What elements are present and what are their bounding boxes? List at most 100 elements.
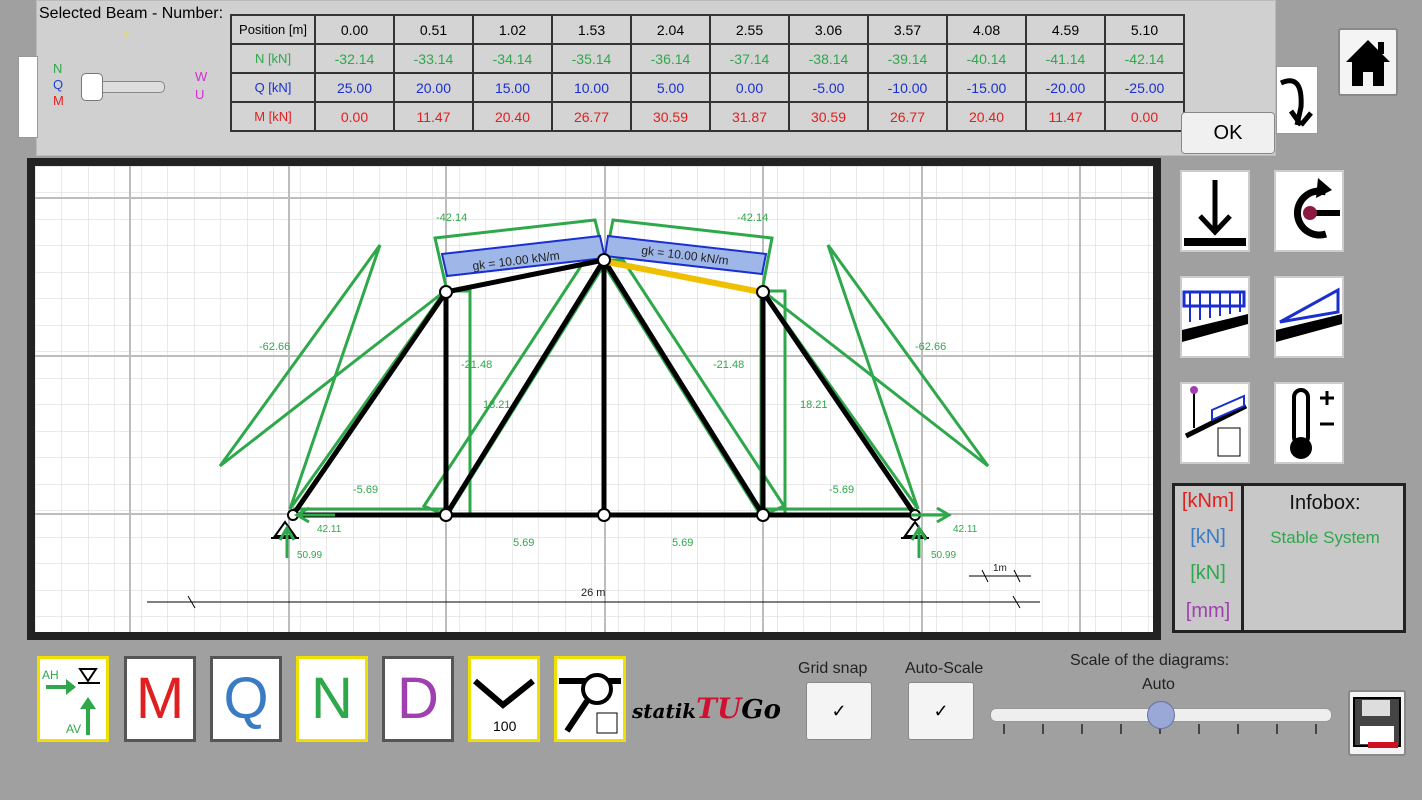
support-settlement-button[interactable] [1180,382,1250,464]
label-chord-left-end: -5.69 [353,484,378,496]
home-button[interactable] [1338,28,1398,96]
trapezoid-load-button[interactable] [1274,276,1344,358]
moment-load-icon [1293,178,1340,239]
value-cell: -25.00 [1104,72,1185,103]
value-cell: -42.14 [1104,43,1185,74]
legend-w: W [195,69,208,84]
infobox: [kNm] [kN] [kN] [mm] Infobox: Stable Sys… [1172,483,1406,633]
position-cell: 1.53 [551,14,632,45]
grid-snap-label: Grid snap [798,660,868,677]
value-cell: -5.00 [788,72,869,103]
deflection-icon: 100 [473,678,535,734]
result-type-slider-thumb[interactable] [81,73,103,101]
deformation-letter: D [397,666,439,731]
diagram-scale-value: Auto [1142,676,1175,693]
logo-tu: TU [696,692,742,725]
value-cell: -35.14 [551,43,632,74]
moment-diagram-button[interactable]: M [124,656,196,742]
diagram-scale-thumb[interactable] [1147,701,1175,729]
label-diag-inner-right: 18.21 [800,399,828,411]
value-cell: -34.14 [472,43,553,74]
value-cell: 26.77 [867,101,948,132]
temperature-load-button[interactable] [1274,382,1344,464]
table-header-label: Position [m] [230,14,316,45]
label-chord-right-end: -5.69 [829,484,854,496]
value-cell: 20.40 [946,101,1027,132]
value-cell: 20.40 [472,101,553,132]
distributed-load-icon [1182,290,1248,342]
unit-deformation: [mm] [1185,600,1231,622]
legend-m: M [53,93,64,108]
moment-load-button[interactable] [1274,170,1344,252]
table-header-row: Position [m] 0.00 0.51 1.02 1.53 2.04 2.… [230,14,1185,45]
scale-factor-button[interactable]: 100 [468,656,540,742]
label-vert-right: -21.48 [713,359,744,371]
save-button[interactable] [1348,690,1406,756]
legend-u: U [195,87,205,102]
support-settlement-icon [1184,386,1248,457]
distributed-load-button[interactable] [1180,276,1250,358]
rotate-icon [1279,78,1313,127]
point-load-icon [1184,180,1246,246]
zoom-result-button[interactable] [554,656,626,742]
statiktugo-logo: statikTUGo [632,692,781,725]
position-cell: 5.10 [1104,14,1185,45]
point-load-button[interactable] [1180,170,1250,252]
value-cell: 30.59 [630,101,711,132]
label-diag-outer-left: -62.66 [259,341,290,353]
value-cell: -41.14 [1025,43,1106,74]
scale-100-label: 100 [493,718,517,734]
value-cell: -15.00 [946,72,1027,103]
reactions-button[interactable]: AH AV [37,656,109,742]
hidden-tool-left[interactable] [18,56,38,138]
value-cell: 25.00 [314,72,395,103]
scale-bar-label: 1m [993,563,1007,574]
auto-scale-checkbox[interactable]: ✓ [908,682,974,740]
legend-n: N [53,61,63,76]
position-cell: 1.02 [472,14,553,45]
label-react-v-left: 50.99 [297,550,322,561]
logo-statik: statik [632,699,697,723]
value-cell: 11.47 [393,101,474,132]
unit-moment: [kNm] [1181,490,1235,512]
value-cell: -40.14 [946,43,1027,74]
label-top-left: -42.14 [436,212,467,224]
rotate-tool-button[interactable] [1276,66,1318,134]
normal-letter: N [311,666,353,731]
normal-diagram-button[interactable]: N [296,656,368,742]
label-react-h-left: 42.11 [317,524,342,535]
shear-letter: Q [223,666,269,731]
results-table: Position [m] 0.00 0.51 1.02 1.53 2.04 2.… [230,14,1185,132]
label-bottom-left: 5.69 [513,537,534,549]
label-diag-outer-right: -62.66 [915,341,946,353]
label-react-v-right: 50.99 [931,550,956,561]
unit-normal: [kN] [1190,562,1226,584]
trapezoid-load-icon [1276,287,1342,342]
position-cell: 2.04 [630,14,711,45]
truss-drawing: gk = 10.00 kN/m gk = 10.00 kN/m -42.14 -… [35,166,1153,632]
value-cell: -33.14 [393,43,474,74]
grid-snap-checkbox[interactable]: ✓ [806,682,872,740]
legend-q: Q [53,77,64,92]
structure-canvas[interactable]: gk = 10.00 kN/m gk = 10.00 kN/m -42.14 -… [35,166,1153,632]
value-cell: -20.00 [1025,72,1106,103]
logo-go: Go [741,695,781,725]
value-cell: 15.00 [472,72,553,103]
label-vert-left: -21.48 [461,359,492,371]
shear-diagram-button[interactable]: Q [210,656,282,742]
label-diag-inner-left: 18.21 [483,399,511,411]
label-bottom-right: 5.69 [672,537,693,549]
ok-button[interactable]: OK [1181,112,1275,154]
unit-shear: [kN] [1190,526,1226,548]
selected-beam-title: Selected Beam - Number: [39,5,224,22]
label-react-h-right: 42.11 [953,524,978,535]
position-cell: 4.08 [946,14,1027,45]
value-cell: 0.00 [1104,101,1185,132]
magnifier-icon [559,673,621,734]
row-label: M [kN] [230,101,316,132]
label-top-right: -42.14 [737,212,768,224]
position-cell: 3.57 [867,14,948,45]
value-cell: -39.14 [867,43,948,74]
reaction-h-label: AH [42,668,59,682]
deformation-button[interactable]: D [382,656,454,742]
